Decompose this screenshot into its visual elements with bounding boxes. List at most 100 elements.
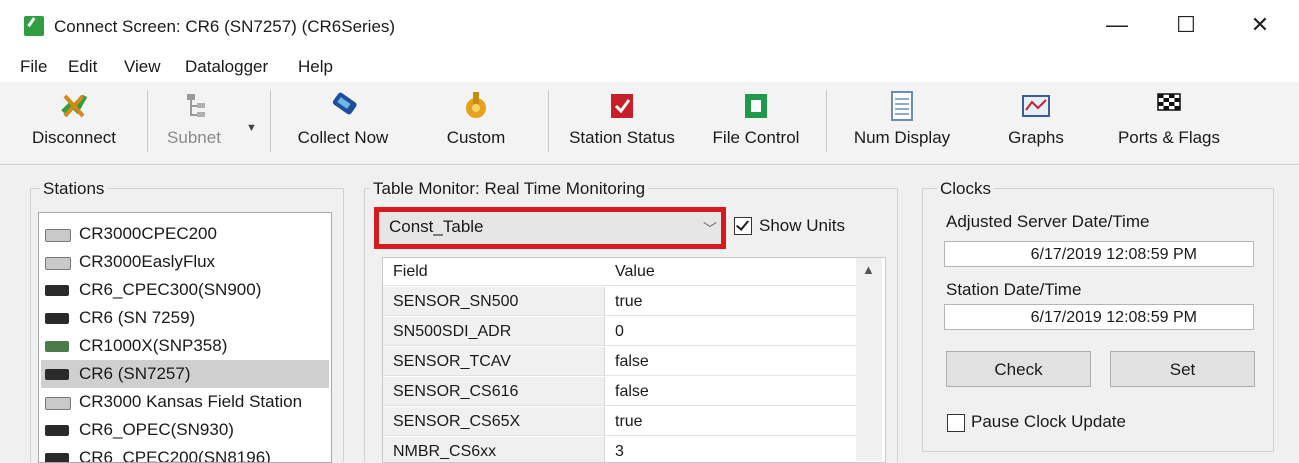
table-row[interactable]: SENSOR_CS616 false (383, 377, 861, 407)
custom-button[interactable]: Custom (430, 86, 522, 158)
disconnect-button[interactable]: Disconnect (18, 86, 130, 158)
station-item[interactable]: CR3000CPEC200 (41, 220, 329, 248)
disconnect-icon (61, 94, 88, 118)
column-header-field[interactable]: Field (383, 258, 605, 286)
table-row[interactable]: SENSOR_TCAV false (383, 347, 861, 377)
table-monitor-title: Table Monitor: Real Time Monitoring (370, 179, 649, 199)
station-cr3000-icon (45, 257, 71, 270)
station-item[interactable]: CR3000 Kansas Field Station (41, 388, 329, 416)
value-cell: true (605, 287, 861, 316)
station-item[interactable]: CR6_OPEC(SN930) (41, 416, 329, 444)
table-row[interactable]: SENSOR_CS65X true (383, 407, 861, 437)
field-cell: NMBR_CS6xx (383, 437, 605, 462)
check-button[interactable]: Check (946, 351, 1091, 387)
station-label: CR6_OPEC(SN930) (79, 420, 234, 439)
station-cr6-icon (45, 285, 69, 296)
station-cr3000-icon (45, 229, 71, 242)
station-item[interactable]: CR6_CPEC200(SN8196) (41, 444, 329, 463)
menu-edit[interactable]: Edit (68, 57, 97, 77)
num-display-label: Num Display (853, 128, 951, 147)
value-cell: 0 (605, 317, 861, 346)
station-cr6-icon (45, 313, 69, 324)
value-cell: true (605, 407, 861, 436)
stations-list[interactable]: CR3000CPEC200 CR3000EaslyFlux CR6_CPEC30… (38, 212, 332, 463)
chevron-down-icon[interactable]: ﹀ (703, 219, 717, 239)
pause-clock-label: Pause Clock Update (971, 412, 1126, 431)
data-grid[interactable]: Field Value SENSOR_SN500 true SN500SDI_A… (382, 257, 886, 463)
file-control-label: File Control (712, 128, 800, 147)
station-item[interactable]: CR6_CPEC300(SN900) (41, 276, 329, 304)
file-control-icon (745, 94, 767, 118)
station-label: CR6_CPEC300(SN900) (79, 280, 262, 299)
custom-icon (466, 92, 486, 118)
menu-datalogger[interactable]: Datalogger (185, 57, 268, 77)
station-cr6-icon (45, 369, 69, 380)
table-row[interactable]: NMBR_CS6xx 3 (383, 437, 861, 462)
subnet-button[interactable]: Subnet (158, 86, 230, 158)
table-row[interactable]: SENSOR_SN500 true (383, 287, 861, 317)
field-cell: SN500SDI_ADR (383, 317, 605, 346)
station-cr3000-icon (45, 397, 71, 410)
adjusted-server-datetime: 6/17/2019 12:08:59 PM (944, 241, 1254, 267)
station-cr6-icon (45, 425, 69, 436)
toolbar-separator (826, 90, 827, 152)
toolbar-separator (270, 90, 271, 152)
station-item[interactable]: CR6 (SN 7259) (41, 304, 329, 332)
station-item[interactable]: CR3000EaslyFlux (41, 248, 329, 276)
station-item-selected[interactable]: CR6 (SN7257) (41, 360, 329, 388)
station-status-icon (611, 94, 633, 118)
file-control-button[interactable]: File Control (700, 86, 812, 158)
pause-clock-checkbox[interactable] (947, 414, 965, 432)
show-units-checkbox[interactable] (734, 217, 752, 235)
field-cell: SENSOR_TCAV (383, 347, 605, 376)
table-row[interactable]: SN500SDI_ADR 0 (383, 317, 861, 347)
station-label: CR6 (SN7257) (79, 364, 191, 383)
num-display-icon (891, 91, 913, 121)
value-cell: false (605, 377, 861, 406)
custom-label: Custom (446, 128, 506, 147)
graphs-label: Graphs (1008, 128, 1064, 147)
collect-now-icon (332, 92, 357, 115)
station-status-label: Station Status (569, 128, 675, 147)
graphs-button[interactable]: Graphs (990, 86, 1082, 158)
minimize-button[interactable]: — (1094, 8, 1140, 42)
subnet-label: Subnet (167, 128, 221, 147)
num-display-button[interactable]: Num Display (842, 86, 962, 158)
toolbar-separator (548, 90, 549, 152)
menu-file[interactable]: File (20, 57, 47, 77)
collect-now-label: Collect Now (297, 128, 389, 147)
station-label: CR3000EaslyFlux (79, 252, 216, 271)
menu-help[interactable]: Help (298, 57, 333, 77)
vertical-scrollbar[interactable] (856, 258, 882, 461)
menu-view[interactable]: View (124, 57, 161, 77)
value-cell: false (605, 347, 861, 376)
station-label: CR6_CPEC200(SN8196) (79, 448, 271, 463)
station-cr6-icon (45, 453, 69, 462)
window-title: Connect Screen: CR6 (SN7257) (CR6Series) (54, 17, 396, 36)
field-cell: SENSOR_CS616 (383, 377, 605, 406)
station-status-button[interactable]: Station Status (560, 86, 684, 158)
station-label: CR1000X(SNP358) (79, 336, 228, 355)
station-item[interactable]: CR1000X(SNP358) (41, 332, 329, 360)
scroll-up-icon[interactable]: ▲ (862, 262, 875, 277)
station-label: CR3000CPEC200 (79, 224, 217, 243)
column-header-value[interactable]: Value (605, 258, 861, 286)
station-label: CR3000 Kansas Field Station (79, 392, 303, 411)
show-units-label: Show Units (759, 216, 845, 235)
field-cell: SENSOR_SN500 (383, 287, 605, 316)
subnet-dropdown-icon[interactable]: ▼ (246, 122, 257, 134)
disconnect-label: Disconnect (31, 128, 117, 147)
set-button[interactable]: Set (1110, 351, 1255, 387)
clocks-title: Clocks (937, 179, 995, 199)
checkered-flag-icon (1157, 93, 1181, 111)
ports-flags-label: Ports & Flags (1117, 128, 1221, 147)
station-cr1000x-icon (45, 341, 69, 352)
ports-flags-button[interactable]: Ports & Flags (1106, 86, 1232, 158)
close-button[interactable]: ✕ (1237, 8, 1283, 42)
station-label: CR6 (SN 7259) (79, 308, 196, 327)
collect-now-button[interactable]: Collect Now (284, 86, 402, 158)
maximize-button[interactable]: ☐ (1163, 8, 1209, 42)
toolbar-separator (147, 90, 148, 152)
station-datetime: 6/17/2019 12:08:59 PM (944, 304, 1254, 330)
adjusted-server-label: Adjusted Server Date/Time (946, 212, 1150, 231)
